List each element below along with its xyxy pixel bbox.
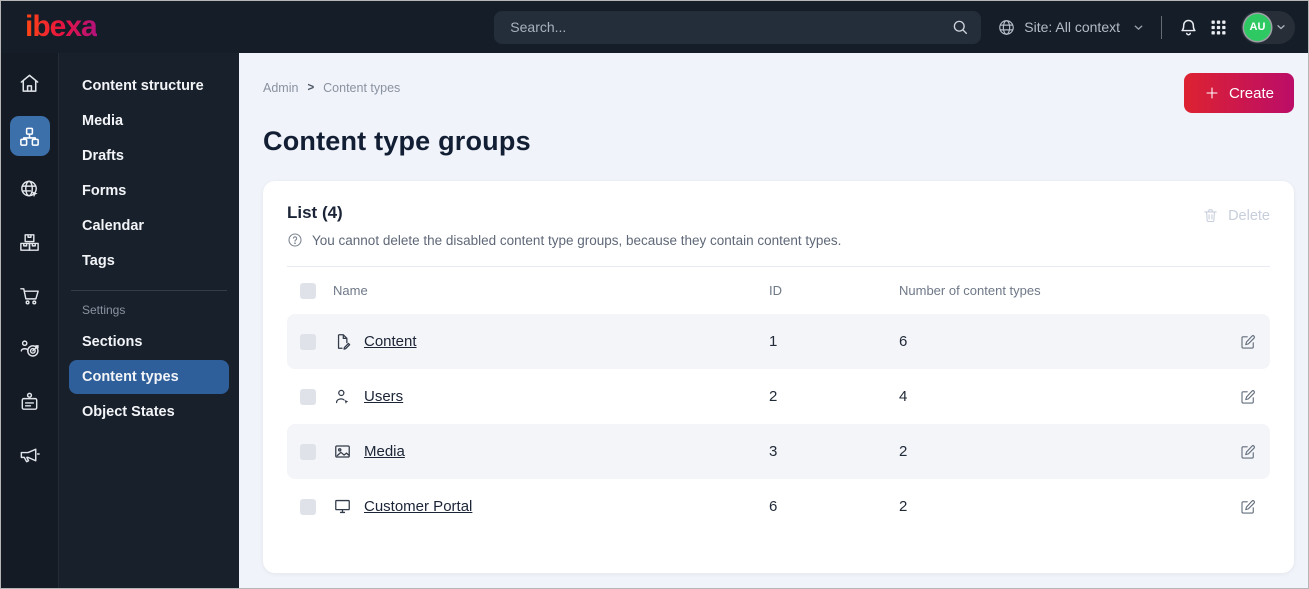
topbar: ibexa Site: All context AU xyxy=(1,1,1308,53)
edit-icon xyxy=(1241,444,1255,459)
table-row: Customer Portal 6 2 xyxy=(287,479,1270,534)
column-header-count: Number of content types xyxy=(899,283,1041,298)
site-context-label: Site: All context xyxy=(1024,19,1120,35)
logo[interactable]: ibexa xyxy=(1,12,239,42)
row-id: 1 xyxy=(769,333,778,350)
sidebar-item-sections[interactable]: Sections xyxy=(69,325,229,359)
app-window: ibexa Site: All context AU xyxy=(0,0,1309,589)
edit-icon xyxy=(1241,389,1255,404)
table-row: Content 1 6 xyxy=(287,314,1270,369)
sidebar-divider xyxy=(71,290,227,291)
sidebar-section-settings: Settings xyxy=(82,303,126,317)
globe-icon xyxy=(999,19,1015,35)
row-count: 2 xyxy=(899,443,908,460)
delete-button[interactable]: Delete xyxy=(1202,207,1270,224)
search-icon[interactable] xyxy=(951,18,969,36)
site-context-selector[interactable]: Site: All context xyxy=(997,18,1145,37)
content-type-groups-table: Name ID Number of content types Content … xyxy=(287,266,1270,534)
user-icon xyxy=(335,389,349,404)
row-link-content[interactable]: Content xyxy=(364,333,417,350)
row-link-customer-portal[interactable]: Customer Portal xyxy=(364,498,472,515)
breadcrumb-admin[interactable]: Admin xyxy=(263,81,298,95)
row-count: 6 xyxy=(899,333,908,350)
row-count: 2 xyxy=(899,498,908,515)
icon-rail xyxy=(1,53,59,588)
page-title: Content type groups xyxy=(263,126,531,156)
avatar: AU xyxy=(1244,13,1271,41)
topbar-right: Site: All context AU xyxy=(997,10,1308,44)
breadcrumb-separator: > xyxy=(307,82,315,94)
list-info: You cannot delete the disabled content t… xyxy=(287,232,841,248)
rail-site-icon[interactable] xyxy=(10,169,50,209)
list-title: List (4) xyxy=(287,203,343,222)
sidebar-item-content-types[interactable]: Content types xyxy=(69,360,229,394)
rail-dashboard-home-icon[interactable] xyxy=(10,63,50,103)
global-search xyxy=(494,10,982,44)
monitor-icon xyxy=(335,499,350,514)
create-button[interactable]: Create xyxy=(1183,73,1294,113)
breadcrumb: Admin > Content types xyxy=(263,81,400,95)
sidebar-item-calendar[interactable]: Calendar xyxy=(69,209,229,243)
ibexa-logo-text: ibexa xyxy=(25,10,98,43)
row-checkbox[interactable] xyxy=(300,388,316,405)
edit-icon xyxy=(1241,334,1255,349)
sidebar-menu: Content structure Media Drafts Forms Cal… xyxy=(59,53,239,588)
help-question-icon xyxy=(288,233,302,247)
edit-row-button[interactable] xyxy=(1226,333,1270,351)
row-id: 6 xyxy=(769,498,778,515)
chevron-down-icon xyxy=(1277,25,1285,30)
sidebar-item-forms[interactable]: Forms xyxy=(69,174,229,208)
table-row: Media 3 2 xyxy=(287,424,1270,479)
sidebar-item-drafts[interactable]: Drafts xyxy=(69,139,229,173)
sidebar-item-content-structure[interactable]: Content structure xyxy=(69,69,229,103)
row-checkbox[interactable] xyxy=(300,498,316,515)
edit-row-button[interactable] xyxy=(1226,388,1270,406)
sidebar-item-tags[interactable]: Tags xyxy=(69,244,229,278)
rail-personalization-icon[interactable] xyxy=(10,328,50,368)
row-checkbox[interactable] xyxy=(300,333,316,350)
sidebar-item-object-states[interactable]: Object States xyxy=(69,395,229,429)
delete-button-label: Delete xyxy=(1228,207,1270,224)
rail-announcements-megaphone-icon[interactable] xyxy=(10,434,50,474)
row-checkbox[interactable] xyxy=(300,443,316,460)
sidebar-item-media[interactable]: Media xyxy=(69,104,229,138)
content-type-groups-card: List (4) You cannot delete the disabled … xyxy=(263,181,1294,573)
app-grid-icon[interactable] xyxy=(1208,17,1229,38)
select-all-checkbox[interactable] xyxy=(300,282,316,299)
row-link-media[interactable]: Media xyxy=(364,443,405,460)
table-header: Name ID Number of content types xyxy=(287,266,1270,314)
chevron-down-icon xyxy=(1134,24,1143,30)
row-id: 2 xyxy=(769,388,778,405)
edit-row-button[interactable] xyxy=(1226,498,1270,516)
row-id: 3 xyxy=(769,443,778,460)
rail-admin-badge-icon[interactable] xyxy=(10,381,50,421)
trash-icon xyxy=(1204,209,1217,223)
edit-row-button[interactable] xyxy=(1226,443,1270,461)
row-count: 4 xyxy=(899,388,908,405)
topbar-divider xyxy=(1161,15,1162,39)
main-content: Admin > Content types Create Content typ… xyxy=(239,53,1308,588)
column-header-name: Name xyxy=(333,283,368,298)
search-input[interactable] xyxy=(510,19,952,35)
rail-products-icon[interactable] xyxy=(10,222,50,262)
row-link-users[interactable]: Users xyxy=(364,388,403,405)
list-info-text: You cannot delete the disabled content t… xyxy=(312,232,842,248)
plus-icon xyxy=(1206,87,1218,99)
rail-commerce-cart-icon[interactable] xyxy=(10,275,50,315)
table-row: Users 2 4 xyxy=(287,369,1270,424)
user-menu[interactable]: AU xyxy=(1241,10,1295,44)
notifications-bell-icon[interactable] xyxy=(1178,17,1199,38)
rail-content-icon[interactable] xyxy=(9,116,50,156)
edit-icon xyxy=(1241,499,1255,514)
image-icon xyxy=(335,445,350,458)
column-header-id: ID xyxy=(769,283,782,298)
breadcrumb-current: Content types xyxy=(323,81,401,95)
file-edit-icon xyxy=(337,334,351,350)
create-button-label: Create xyxy=(1228,84,1274,102)
